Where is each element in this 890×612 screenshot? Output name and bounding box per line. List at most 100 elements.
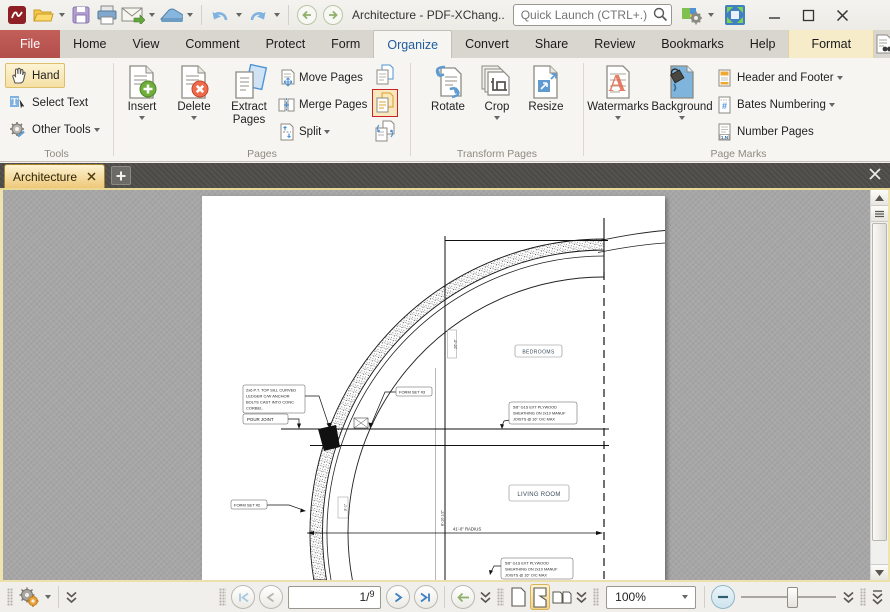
zoom-level-select[interactable]: 100%: [606, 586, 696, 609]
header-footer-label: Header and Footer: [737, 72, 834, 84]
tab-convert[interactable]: Convert: [452, 30, 522, 58]
single-page-layout-button[interactable]: [508, 584, 528, 610]
scan-icon[interactable]: [159, 3, 183, 27]
toolbar-drag-handle[interactable]: [219, 588, 225, 606]
scroll-options-button[interactable]: [871, 206, 888, 222]
tab-comment[interactable]: Comment: [172, 30, 252, 58]
scrollbar-thumb[interactable]: [872, 223, 887, 541]
document-page[interactable]: 2x6 P.T. TOP SILL CURVED LEDGER C/W ANCH…: [202, 196, 665, 580]
first-page-button[interactable]: [231, 585, 255, 609]
close-document-icon[interactable]: [868, 167, 882, 184]
number-pages-button[interactable]: 1.N Number Pages: [716, 118, 866, 145]
print-icon[interactable]: [95, 3, 119, 27]
redo-dropdown-caret[interactable]: [274, 13, 280, 17]
last-page-button[interactable]: [414, 585, 438, 609]
close-button[interactable]: [826, 2, 860, 28]
layout-chevron-icon[interactable]: [576, 591, 587, 604]
status-options-gears-icon[interactable]: [17, 585, 41, 609]
undo-dropdown-caret[interactable]: [236, 13, 242, 17]
ui-options-caret[interactable]: [708, 13, 714, 17]
hand-tool-label: Hand: [32, 70, 60, 82]
open-icon[interactable]: [31, 3, 55, 27]
zoom-slider-thumb[interactable]: [787, 587, 798, 608]
swap-pages-icon[interactable]: [373, 118, 397, 144]
email-dropdown-caret[interactable]: [149, 13, 155, 17]
tab-review[interactable]: Review: [581, 30, 648, 58]
document-tab-close-icon[interactable]: [87, 170, 96, 184]
quick-launch-input[interactable]: [513, 4, 672, 26]
tab-protect[interactable]: Protect: [253, 30, 319, 58]
tab-format[interactable]: Format: [788, 30, 874, 58]
copy-pages-icon[interactable]: [373, 62, 397, 88]
select-text-label: Select Text: [32, 97, 88, 109]
two-page-layout-button[interactable]: [552, 584, 572, 610]
split-button[interactable]: Split: [278, 118, 370, 145]
ribbon-group-transform: Rotate Crop Resize: [411, 58, 583, 161]
nav-forward-icon[interactable]: [321, 3, 345, 27]
background-button[interactable]: Background: [650, 58, 714, 161]
bates-numbering-label: Bates Numbering: [737, 99, 826, 111]
select-text-button[interactable]: T Select Text: [5, 90, 92, 115]
callout-pour-joint: POUR JOINT: [243, 414, 288, 424]
scroll-down-button[interactable]: [871, 564, 888, 580]
other-tools-button[interactable]: Other Tools: [5, 117, 107, 142]
expand-panel-chevron-icon[interactable]: [872, 590, 883, 605]
bates-numbering-icon: #: [716, 96, 733, 114]
continuous-layout-button-selected[interactable]: [530, 584, 550, 610]
tab-view[interactable]: View: [120, 30, 173, 58]
merge-pages-button[interactable]: Merge Pages: [278, 91, 370, 118]
scroll-up-button[interactable]: [871, 190, 888, 206]
tab-home[interactable]: Home: [60, 30, 119, 58]
delete-button[interactable]: Delete: [168, 58, 220, 161]
tab-file[interactable]: File: [0, 30, 60, 58]
fullscreen-icon[interactable]: [723, 3, 747, 27]
maximize-button[interactable]: [792, 2, 826, 28]
new-document-tab-button[interactable]: [111, 166, 131, 185]
email-icon[interactable]: [121, 3, 145, 27]
previous-page-button[interactable]: [259, 585, 283, 609]
vertical-scrollbar[interactable]: [870, 190, 888, 580]
resize-icon: [529, 64, 563, 100]
document-tab-architecture[interactable]: Architecture: [4, 164, 105, 188]
tab-organize[interactable]: Organize: [373, 30, 452, 58]
watermarks-button[interactable]: A Watermarks: [586, 58, 650, 161]
tab-share[interactable]: Share: [522, 30, 581, 58]
svg-text:SHEATHING ON 2x10 MANUF: SHEATHING ON 2x10 MANUF: [505, 568, 558, 572]
find-button[interactable]: Find...: [874, 30, 890, 58]
page-number-input[interactable]: 1/ 9: [288, 586, 382, 609]
next-page-button[interactable]: [386, 585, 410, 609]
bates-numbering-button[interactable]: # Bates Numbering: [716, 91, 866, 118]
insert-button[interactable]: Insert: [116, 58, 168, 161]
rotate-button[interactable]: Rotate: [422, 58, 474, 161]
toolbar-drag-handle[interactable]: [860, 588, 866, 606]
minimize-button[interactable]: [758, 2, 792, 28]
tab-help[interactable]: Help: [737, 30, 789, 58]
redo-icon[interactable]: [246, 3, 270, 27]
undo-icon[interactable]: [208, 3, 232, 27]
svg-text:BEDROOMS: BEDROOMS: [522, 350, 555, 356]
zoom-slider[interactable]: [741, 586, 835, 608]
hand-tool-button[interactable]: Hand: [5, 63, 65, 88]
toolbar-drag-handle[interactable]: [7, 588, 13, 606]
header-footer-button[interactable]: Header and Footer: [716, 64, 866, 91]
tab-form[interactable]: Form: [318, 30, 373, 58]
expand-toolbar-chevron-icon[interactable]: [66, 591, 77, 604]
tab-bookmarks[interactable]: Bookmarks: [648, 30, 737, 58]
crop-button[interactable]: Crop: [474, 58, 520, 161]
extract-pages-button[interactable]: Extract Pages: [220, 58, 278, 161]
move-pages-button[interactable]: Move Pages: [278, 64, 370, 91]
duplicate-pages-icon-highlighted[interactable]: [373, 90, 397, 116]
toolbar-drag-handle[interactable]: [497, 588, 503, 606]
scan-dropdown-caret[interactable]: [187, 13, 193, 17]
toolbar-drag-handle[interactable]: [593, 588, 599, 606]
open-dropdown-caret[interactable]: [59, 13, 65, 17]
history-chevron-icon[interactable]: [480, 591, 491, 604]
nav-back-icon[interactable]: [295, 3, 319, 27]
zoom-out-button[interactable]: [711, 585, 735, 609]
previous-view-button[interactable]: [451, 585, 475, 609]
zoom-chevron-icon[interactable]: [843, 591, 854, 604]
resize-button[interactable]: Resize: [520, 58, 572, 161]
ui-options-icon[interactable]: [680, 3, 704, 27]
save-icon[interactable]: [69, 3, 93, 27]
status-options-caret[interactable]: [45, 595, 51, 599]
